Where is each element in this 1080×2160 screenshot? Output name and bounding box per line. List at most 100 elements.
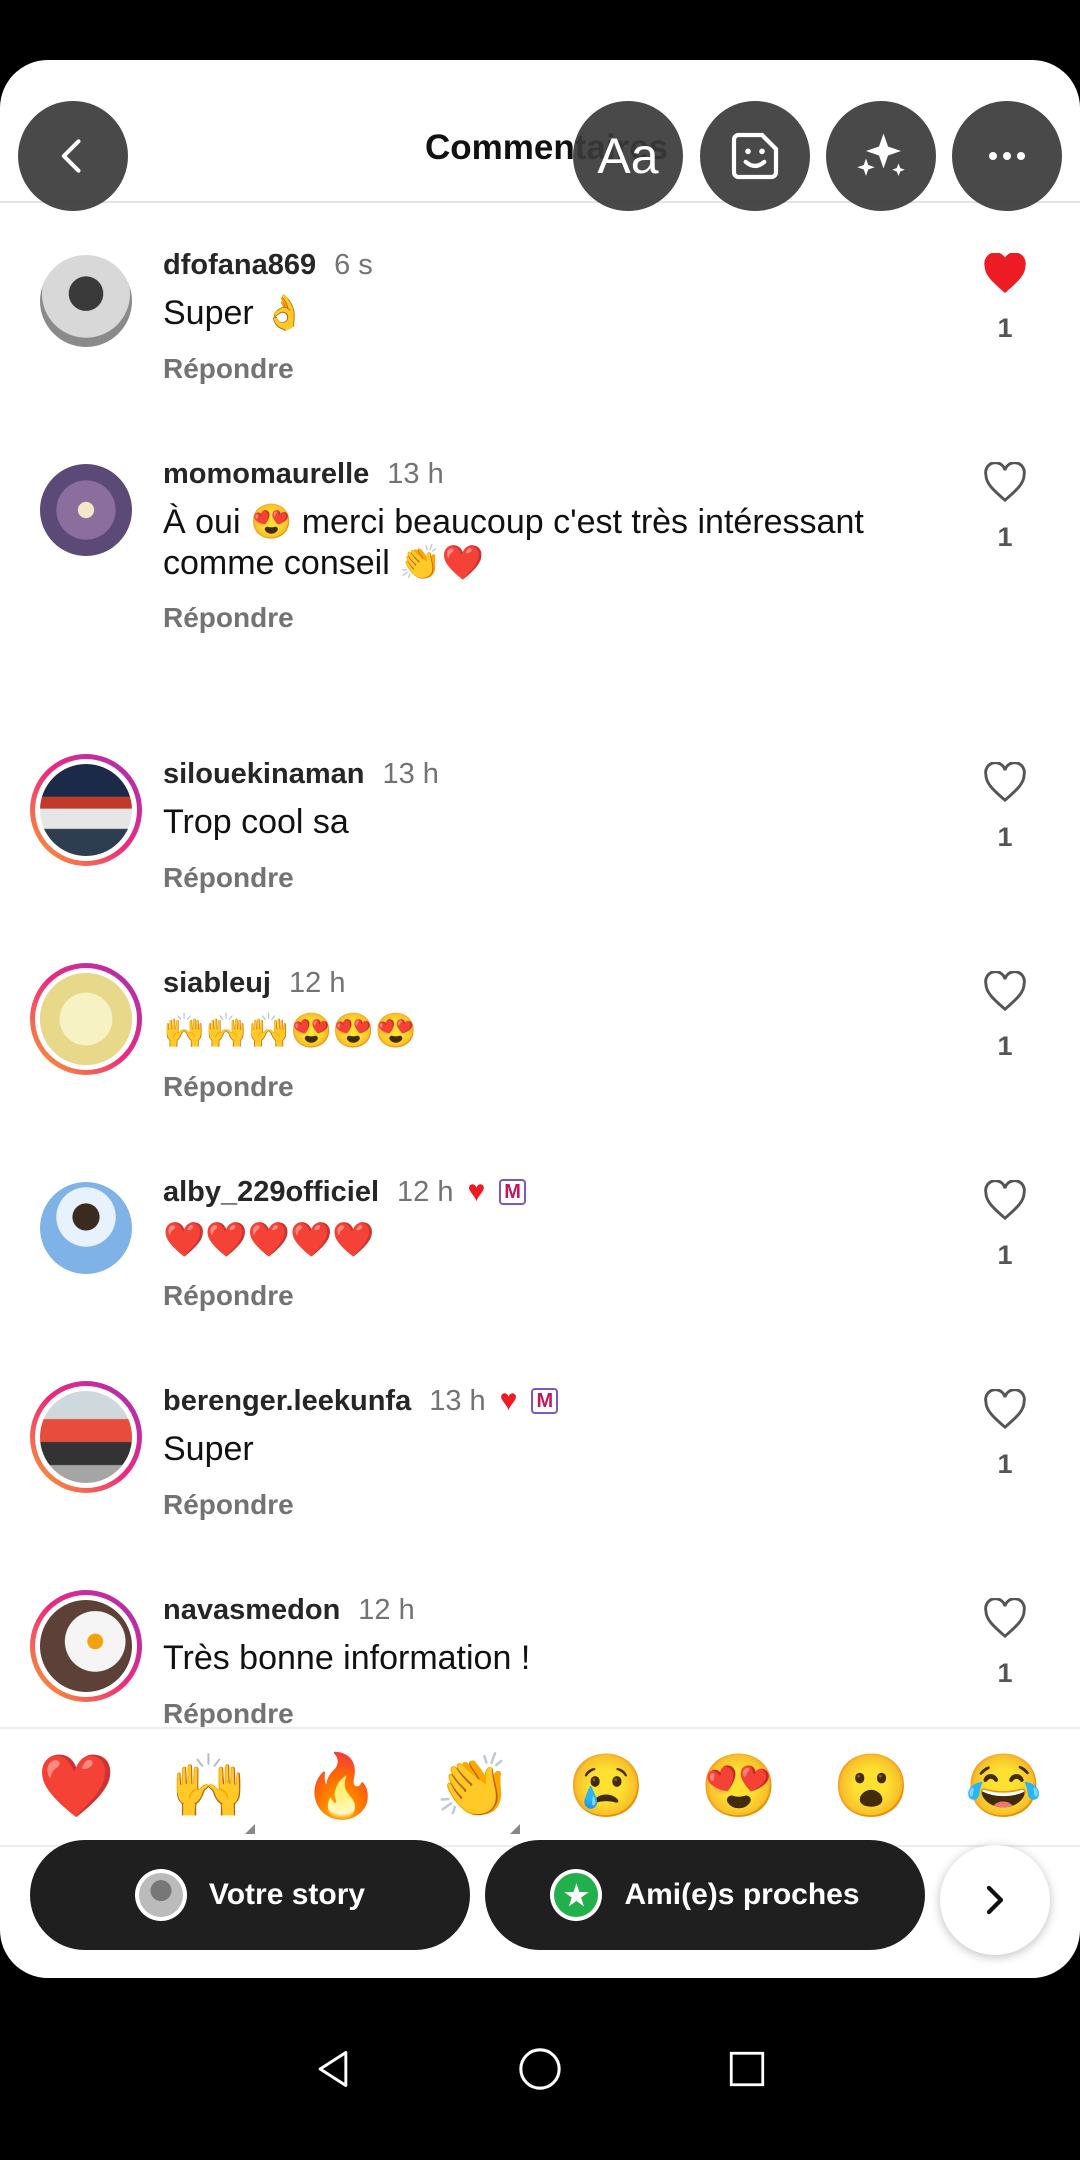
- emoji-laughing[interactable]: 😂: [954, 1756, 1054, 1818]
- emoji-heart[interactable]: ❤️: [26, 1756, 126, 1818]
- comment-text: ❤️❤️❤️❤️❤️: [163, 1221, 375, 1259]
- heart-icon: [984, 462, 1026, 502]
- your-story-button[interactable]: Votre story: [30, 1840, 470, 1950]
- sparkles-icon: [857, 133, 905, 176]
- your-story-label: Votre story: [208, 1878, 366, 1911]
- emoji-glyph: 🙌: [170, 1752, 248, 1821]
- system-nav-bar: [0, 1978, 1080, 2160]
- reply-button[interactable]: Répondre: [163, 353, 294, 385]
- reply-button[interactable]: Répondre: [163, 1280, 294, 1312]
- avatar: [134, 1869, 187, 1921]
- like-count: 1: [997, 1031, 1013, 1061]
- nav-back-button[interactable]: [303, 2039, 363, 2099]
- emoji-raising-hands[interactable]: 🙌: [159, 1756, 259, 1834]
- avatar[interactable]: [30, 454, 142, 566]
- reply-button[interactable]: Répondre: [163, 1698, 294, 1730]
- comment-item: siableuj 12 h 🙌🙌🙌😍😍😍 Répondre 1: [0, 963, 1080, 1163]
- emoji-crying[interactable]: 😢: [556, 1756, 656, 1818]
- reply-button[interactable]: Répondre: [163, 1071, 294, 1103]
- like-button[interactable]: 1: [975, 1180, 1035, 1271]
- back-button[interactable]: [18, 101, 128, 211]
- comment-text: Très bonne information !: [163, 1639, 531, 1677]
- close-friends-button[interactable]: ★ Ami(e)s proches: [485, 1840, 925, 1950]
- nav-home-icon: [519, 2048, 561, 2090]
- nav-home-button[interactable]: [510, 2039, 570, 2099]
- effects-button[interactable]: [826, 101, 936, 211]
- like-button[interactable]: 1: [975, 971, 1035, 1062]
- like-count: 1: [997, 522, 1013, 552]
- reply-button[interactable]: Répondre: [163, 862, 294, 894]
- avatar[interactable]: [30, 963, 142, 1075]
- sticker-icon: [731, 132, 779, 180]
- heart-icon: [984, 1180, 1026, 1220]
- comment-text: Trop cool sa: [163, 803, 349, 841]
- like-button[interactable]: 1: [975, 1598, 1035, 1689]
- chevron-right-icon: [986, 1885, 1004, 1915]
- more-button[interactable]: [952, 101, 1062, 211]
- comment-text: Super: [163, 1430, 254, 1468]
- emoji-fire[interactable]: 🔥: [291, 1756, 391, 1818]
- creator-badge: M: [499, 1179, 526, 1205]
- nav-recents-icon: [729, 2051, 764, 2087]
- nav-back-icon: [319, 2051, 348, 2087]
- avatar[interactable]: [30, 1381, 142, 1493]
- username[interactable]: silouekinaman: [163, 758, 364, 791]
- close-friends-star-icon: ★: [550, 1869, 603, 1921]
- creator-badge: M: [531, 1388, 559, 1414]
- nav-recents-button[interactable]: [717, 2039, 777, 2099]
- timestamp: 13 h: [382, 757, 439, 790]
- like-count: 1: [997, 313, 1013, 343]
- username[interactable]: alby_229officiel: [163, 1176, 379, 1209]
- timestamp: 6 s: [334, 248, 373, 281]
- avatar[interactable]: [30, 245, 142, 357]
- back-arrow-icon: [61, 139, 81, 173]
- comment-item: silouekinaman 13 h Trop cool sa Répondre…: [0, 754, 1080, 954]
- reply-button[interactable]: Répondre: [163, 1489, 294, 1521]
- avatar[interactable]: [30, 1590, 142, 1702]
- avatar[interactable]: [30, 1172, 142, 1284]
- emoji-heart-eyes[interactable]: 😍: [689, 1756, 789, 1818]
- like-button[interactable]: 1: [975, 762, 1035, 853]
- like-count: 1: [997, 1449, 1013, 1479]
- skin-tone-arrow-icon: [509, 1824, 520, 1834]
- avatar[interactable]: [30, 754, 142, 866]
- emoji-surprised[interactable]: 😮: [821, 1756, 921, 1818]
- skin-tone-arrow-icon: [244, 1824, 255, 1834]
- timestamp: 12 h: [289, 966, 346, 999]
- like-button[interactable]: 1: [975, 253, 1035, 344]
- comment-text: Super 👌: [163, 294, 306, 332]
- more-icon: [989, 152, 1025, 160]
- emoji-clapping[interactable]: 👏: [424, 1756, 524, 1834]
- username[interactable]: momomaurelle: [163, 458, 369, 491]
- close-friends-label: Ami(e)s proches: [624, 1878, 860, 1911]
- comment-text: À oui 😍 merci beaucoup c'est très intére…: [163, 503, 864, 582]
- reply-button[interactable]: Répondre: [163, 602, 294, 634]
- header: Commentaires Aa: [0, 60, 1080, 211]
- like-button[interactable]: 1: [975, 462, 1035, 553]
- comment-item: dfofana869 6 s Super 👌 Répondre 1: [0, 245, 1080, 445]
- timestamp: 13 h: [429, 1384, 486, 1417]
- timestamp: 13 h: [387, 457, 444, 490]
- comment-item: momomaurelle 13 h À oui 😍 merci beaucoup…: [0, 454, 1080, 654]
- username[interactable]: dfofana869: [163, 249, 316, 282]
- heart-icon: [984, 762, 1026, 802]
- timestamp: 12 h: [397, 1175, 454, 1208]
- like-count: 1: [997, 1240, 1013, 1270]
- comment-item: berenger.leekunfa 13 h ♥ M Super Répondr…: [0, 1381, 1080, 1581]
- emoji-bar: ❤️ 🙌 🔥 👏 😢 😍 😮 😂: [0, 1727, 1080, 1847]
- comment-item: alby_229officiel 12 h ♥ M ❤️❤️❤️❤️❤️ Rép…: [0, 1172, 1080, 1372]
- next-button[interactable]: [940, 1845, 1050, 1955]
- username[interactable]: navasmedon: [163, 1594, 340, 1627]
- username[interactable]: berenger.leekunfa: [163, 1385, 411, 1418]
- emoji-glyph: 👏: [435, 1752, 513, 1821]
- heart-icon: [984, 1389, 1026, 1429]
- timestamp: 12 h: [358, 1593, 415, 1626]
- comment-text: 🙌🙌🙌😍😍😍: [163, 1012, 418, 1050]
- username[interactable]: siableuj: [163, 967, 271, 1000]
- screen: Commentaires Aa dfofana869 6 s Super 👌 R…: [0, 0, 1080, 2160]
- like-count: 1: [997, 1658, 1013, 1688]
- like-button[interactable]: 1: [975, 1389, 1035, 1480]
- text-tool-button[interactable]: Aa: [573, 101, 683, 211]
- comments-sheet: Commentaires Aa dfofana869 6 s Super 👌 R…: [0, 60, 1080, 1978]
- sticker-button[interactable]: [700, 101, 810, 211]
